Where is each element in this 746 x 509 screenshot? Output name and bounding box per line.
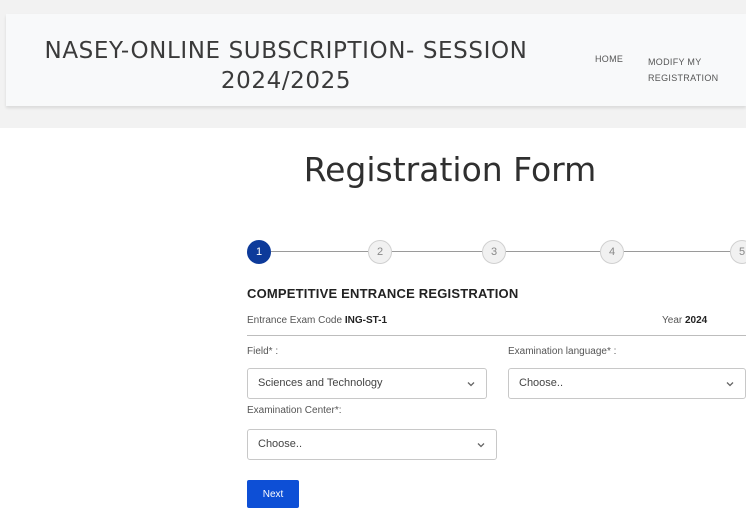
exam-year: Year 2024 bbox=[662, 315, 707, 326]
step-connector bbox=[506, 251, 600, 252]
exam-code-value: ING-ST-1 bbox=[344, 315, 388, 326]
section-title: COMPETITIVE ENTRANCE REGISTRATION bbox=[247, 286, 519, 301]
step-connector bbox=[392, 251, 482, 252]
site-header: NASEY-ONLINE SUBSCRIPTION- SESSION 2024/… bbox=[6, 14, 746, 106]
step-5: 5 bbox=[730, 240, 746, 264]
step-connector bbox=[271, 251, 368, 252]
field-label: Field* : bbox=[247, 346, 279, 357]
chevron-down-icon bbox=[726, 382, 734, 387]
exam-code-label: Entrance Exam Code bbox=[247, 315, 343, 326]
center-select-value: Choose.. bbox=[258, 438, 303, 450]
language-select[interactable]: Choose.. bbox=[508, 368, 746, 399]
year-value: 2024 bbox=[685, 315, 708, 326]
exam-code: Entrance Exam Code ING-ST-1 bbox=[247, 315, 387, 326]
language-select-value: Choose.. bbox=[519, 377, 564, 389]
nav-modify-registration-link[interactable]: MODIFY MY REGISTRATION bbox=[648, 54, 746, 86]
language-label: Examination language* : bbox=[508, 346, 617, 357]
center-label: Examination Center*: bbox=[247, 405, 342, 416]
chevron-down-icon bbox=[467, 382, 475, 387]
nav-home-link[interactable]: HOME bbox=[595, 54, 623, 64]
step-3: 3 bbox=[482, 240, 506, 264]
step-4: 4 bbox=[600, 240, 624, 264]
nav-modify-line2: REGISTRATION bbox=[648, 73, 719, 83]
step-1: 1 bbox=[247, 240, 271, 264]
progress-stepper: 1 2 3 4 5 bbox=[247, 240, 746, 264]
next-button[interactable]: Next bbox=[247, 480, 299, 508]
field-select[interactable]: Sciences and Technology bbox=[247, 368, 487, 399]
site-title: NASEY-ONLINE SUBSCRIPTION- SESSION 2024/… bbox=[6, 36, 566, 96]
field-select-value: Sciences and Technology bbox=[258, 377, 383, 389]
nav-modify-line1: MODIFY MY bbox=[648, 57, 702, 67]
chevron-down-icon bbox=[477, 443, 485, 448]
site-title-line1: NASEY-ONLINE SUBSCRIPTION- SESSION bbox=[44, 38, 528, 64]
center-select[interactable]: Choose.. bbox=[247, 429, 497, 460]
year-label: Year bbox=[662, 315, 683, 326]
form-title: Registration Form bbox=[303, 150, 597, 189]
site-title-line2: 2024/2025 bbox=[220, 68, 352, 94]
step-connector bbox=[624, 251, 730, 252]
section-divider bbox=[247, 335, 746, 336]
step-2: 2 bbox=[368, 240, 392, 264]
